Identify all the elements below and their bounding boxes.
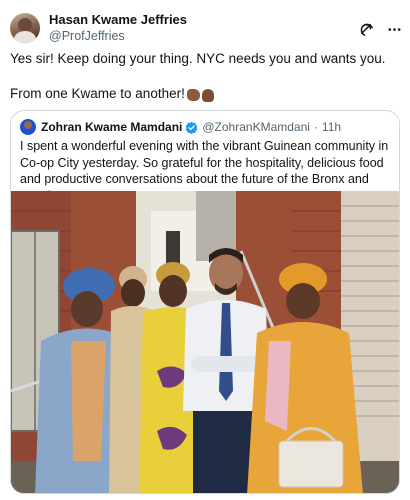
tweet-text-line-2: From one Kwame to another!: [10, 85, 400, 103]
header-actions: [358, 19, 402, 37]
more-icon[interactable]: [386, 21, 402, 37]
author-avatar[interactable]: [10, 13, 40, 43]
quoted-tweet-card[interactable]: Zohran Kwame Mamdani @ZohranKMamdani · 1…: [10, 110, 400, 494]
dot-separator: ·: [313, 120, 318, 134]
author-names: Hasan Kwame Jeffries @ProfJeffries: [49, 12, 187, 44]
tweet-text-line-2-text: From one Kwame to another!: [10, 86, 185, 101]
verified-badge-icon: [185, 121, 198, 134]
quoted-author-handle: @ZohranKMamdani: [202, 120, 310, 134]
tweet-header: Hasan Kwame Jeffries @ProfJeffries: [10, 8, 402, 48]
fist-bump-emoji: [186, 89, 200, 101]
raised-fist-emoji: [201, 88, 214, 102]
quoted-tweet-time: 11h: [321, 120, 342, 134]
photo-illustration: [11, 191, 399, 493]
quoted-author-display-name: Zohran Kwame Mamdani: [41, 120, 183, 134]
author-display-name[interactable]: Hasan Kwame Jeffries: [49, 12, 187, 28]
quoted-tweet-photo[interactable]: [11, 191, 399, 493]
tweet-text-line-1: Yes sir! Keep doing your thing. NYC need…: [10, 51, 386, 66]
grok-icon[interactable]: [358, 21, 374, 37]
quoted-author-avatar: [20, 119, 36, 135]
author-handle[interactable]: @ProfJeffries: [49, 28, 187, 44]
quoted-tweet-header: Zohran Kwame Mamdani @ZohranKMamdani · 1…: [20, 119, 341, 135]
